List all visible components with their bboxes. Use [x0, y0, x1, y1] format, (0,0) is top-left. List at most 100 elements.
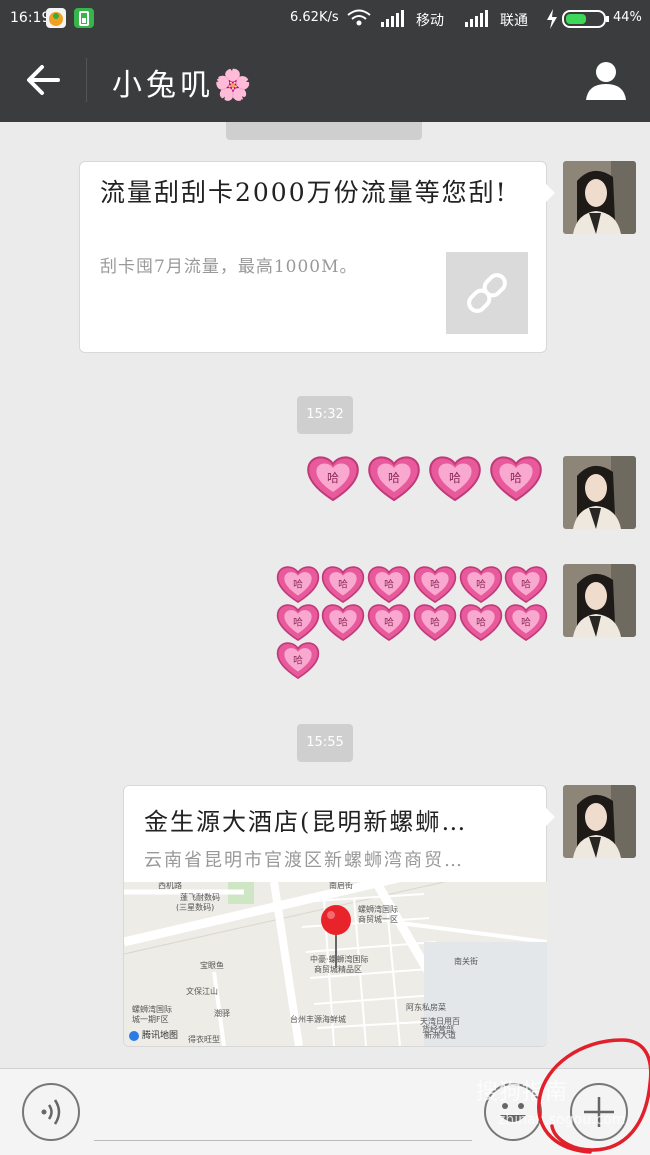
svg-text:哈: 哈 [430, 577, 440, 590]
flower-emoji-icon: 🌸 [214, 68, 256, 103]
svg-text:哈: 哈 [388, 471, 400, 485]
user-photo-avatar [563, 161, 636, 234]
chat-header: 小兔叽🌸 [0, 38, 650, 122]
svg-text:哈: 哈 [476, 615, 486, 628]
heart-sticker-icon: 哈 [504, 604, 548, 642]
heart-sticker-icon: 哈 [321, 604, 365, 642]
map-label: 宝眼鱼 [200, 960, 224, 970]
battery-percent: 44% [613, 10, 642, 25]
link-card-description: 刮卡囤7月流量，最高1000M。 [100, 257, 358, 277]
wifi-icon [346, 8, 372, 32]
map-label: 蓬飞耐数码 [180, 892, 220, 902]
svg-text:哈: 哈 [338, 615, 348, 628]
location-title: 金生源大酒店(昆明新螺蛳… [144, 808, 468, 836]
map-label: 螺蛳湾国际 [358, 904, 398, 914]
watermark-url: zhinan.sogou.com [498, 1112, 626, 1128]
avatar[interactable] [563, 456, 636, 529]
heart-sticker-icon: 哈 [367, 566, 411, 604]
link-icon [467, 273, 507, 313]
status-bar: 16:19 6.62K/s 移动 联通 44% [0, 0, 650, 38]
location-map: 西机路 南启街 蓬飞耐数码 (三星数码) 螺蛳湾国际 商贸城一区 中豪·螺蛳湾国际 商贸城精品… [124, 882, 547, 1046]
status-time: 16:19 [10, 10, 51, 26]
svg-text:哈: 哈 [449, 471, 461, 485]
user-photo-avatar [563, 456, 636, 529]
person-icon [586, 62, 626, 100]
svg-text:哈: 哈 [293, 653, 303, 666]
carrier-1: 移动 [416, 13, 444, 29]
svg-text:哈: 哈 [338, 577, 348, 590]
message-input[interactable] [94, 1093, 472, 1141]
heart-sticker-icon: 哈 [413, 566, 457, 604]
map-label: 阿东私房菜 [406, 1002, 446, 1012]
avatar[interactable] [563, 785, 636, 858]
link-card-title: 流量刮刮卡2000万份流量等您刮! [100, 178, 508, 207]
map-label: 商贸城一区 [358, 914, 398, 924]
svg-text:哈: 哈 [293, 577, 303, 590]
signal-icon-2 [464, 10, 490, 32]
svg-text:哈: 哈 [510, 471, 522, 485]
svg-text:哈: 哈 [327, 471, 339, 485]
heart-sticker-icon: 哈 [459, 604, 503, 642]
map-label: 商贸城精品区 [314, 964, 362, 974]
heart-sticker-icon: 哈 [413, 604, 457, 642]
avatar[interactable] [563, 564, 636, 637]
timestamp-partial [226, 122, 422, 140]
heart-sticker-icon: 哈 [321, 566, 365, 604]
map-logo: 腾讯地图 [142, 1031, 179, 1041]
heart-sticker-icon: 哈 [276, 642, 320, 680]
heart-sticker-icon: 哈 [459, 566, 503, 604]
map-label: 中豪·螺蛳湾国际 [310, 954, 369, 964]
svg-text:哈: 哈 [384, 577, 394, 590]
map-label: 新洲大道 [424, 1030, 456, 1040]
map-label: (三星数码) [176, 902, 214, 912]
link-card-message[interactable]: 流量刮刮卡2000万份流量等您刮! 刮卡囤7月流量，最高1000M。 [79, 161, 555, 353]
watermark-text: 搜狗指南 [476, 1080, 569, 1105]
map-label: 得衣旺型 [188, 1034, 220, 1044]
map-label: 城一期F区 [132, 1015, 169, 1024]
link-card-thumbnail [446, 252, 528, 334]
chat-info-button[interactable] [584, 58, 628, 102]
contact-name: 小兔叽 [112, 68, 214, 103]
back-button[interactable] [22, 60, 66, 100]
back-arrow-icon [27, 65, 60, 95]
heart-sticker-icon: 哈 [504, 566, 548, 604]
location-address: 云南省昆明市官渡区新螺蛳湾商贸… [144, 850, 464, 871]
svg-text:哈: 哈 [476, 577, 486, 590]
heart-sticker-icon: 哈 [276, 604, 320, 642]
heart-sticker-icon: 哈 [276, 566, 320, 604]
avatar[interactable] [563, 161, 636, 234]
heart-sticker-icon: 哈 [307, 456, 359, 502]
map-label: 西机路 [158, 882, 182, 890]
heart-sticker-icon: 哈 [490, 456, 542, 502]
heart-sticker-icon: 哈 [368, 456, 420, 502]
voice-icon [41, 1099, 61, 1125]
map-label: 潮驿 [214, 1008, 230, 1018]
battery-app-icon [74, 8, 94, 28]
svg-text:哈: 哈 [430, 615, 440, 628]
carrier-2: 联通 [500, 13, 528, 29]
user-photo-avatar [563, 785, 636, 858]
map-label: 台州丰源海鲜城 [290, 1014, 346, 1024]
timestamp: 15:32 [297, 396, 353, 434]
map-label: 南启街 [329, 882, 353, 890]
svg-text:哈: 哈 [521, 577, 531, 590]
timestamp: 15:55 [297, 724, 353, 762]
svg-text:哈: 哈 [384, 615, 394, 628]
app-notification-icon [46, 8, 66, 28]
svg-text:哈: 哈 [293, 615, 303, 628]
map-label: 南关街 [454, 956, 478, 966]
heart-sticker-icon: 哈 [429, 456, 481, 502]
signal-icon-1 [380, 10, 406, 32]
chat-title: 小兔叽🌸 [112, 60, 255, 104]
map-label: 文保江山 [186, 986, 218, 996]
header-divider [86, 58, 87, 102]
charging-icon [546, 9, 558, 33]
network-speed: 6.62K/s [290, 10, 339, 25]
map-label: 螺蛳湾国际 [132, 1004, 172, 1014]
message-list[interactable]: 流量刮刮卡2000万份流量等您刮! 刮卡囤7月流量，最高1000M。 15:32… [0, 122, 650, 1068]
user-photo-avatar [563, 564, 636, 637]
voice-button[interactable] [22, 1083, 80, 1141]
location-card-message[interactable]: 金生源大酒店(昆明新螺蛳… 云南省昆明市官渡区新螺蛳湾商贸… 西机路 南启街 蓬… [123, 785, 555, 1047]
svg-text:哈: 哈 [521, 615, 531, 628]
heart-sticker-icon: 哈 [367, 604, 411, 642]
